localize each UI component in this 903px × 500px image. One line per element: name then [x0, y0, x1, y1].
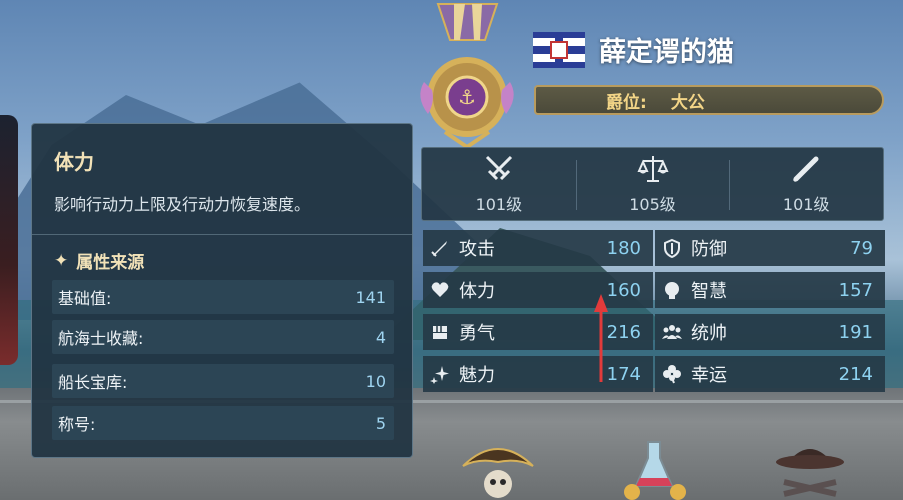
- explore-level[interactable]: 101级: [729, 148, 883, 220]
- attribute-tooltip: 体力 影响行动力上限及行动力恢复速度。 ✦ 属性来源 基础值: 141 航海士收…: [31, 123, 413, 458]
- rank-value: 大公: [670, 92, 705, 113]
- player-name: 薛定谔的猫: [599, 37, 734, 68]
- rank-label: 爵位:: [606, 92, 647, 113]
- stat-label: 勇气: [459, 323, 495, 344]
- source-value: 5: [375, 413, 386, 433]
- clover-icon: [663, 365, 681, 384]
- treasury-potion-icon[interactable]: [618, 438, 688, 500]
- tooltip-title: 体力: [54, 150, 94, 174]
- character-figure: [0, 115, 18, 365]
- stat-value: 174: [606, 363, 641, 385]
- stat-label: 攻击: [459, 239, 495, 260]
- source-value: 141: [355, 287, 386, 307]
- tooltip-description: 影响行动力上限及行动力恢复速度。: [54, 195, 311, 214]
- source-row: 基础值: 141: [52, 280, 394, 314]
- combat-level[interactable]: 101级: [422, 148, 576, 220]
- nation-flag-icon: [533, 31, 585, 68]
- sources-header-label: 属性来源: [76, 253, 145, 273]
- shield-icon: [664, 238, 680, 258]
- stat-wisdom[interactable]: 智慧 157: [655, 272, 885, 308]
- stat-value: 79: [850, 237, 873, 259]
- divider: [32, 234, 412, 235]
- stat-luck[interactable]: 幸运 214: [655, 356, 885, 392]
- stat-label: 魅力: [459, 365, 495, 386]
- profession-levels-panel: 101级 105级 101级: [421, 147, 884, 221]
- source-label: 船长宝库:: [58, 373, 128, 392]
- stat-value: 160: [606, 279, 641, 301]
- cowboy-hat-icon[interactable]: [770, 438, 850, 500]
- fist-icon: [433, 326, 447, 339]
- stat-label: 幸运: [691, 365, 727, 386]
- sparkle-icon: [430, 366, 449, 384]
- rank-bar: 爵位: 大公: [534, 85, 884, 115]
- people-icon: [662, 325, 682, 339]
- stat-label: 防御: [691, 239, 727, 260]
- stat-charm[interactable]: 魅力 174: [423, 356, 653, 392]
- stat-value: 214: [838, 363, 873, 385]
- source-row: 航海士收藏: 4: [52, 320, 394, 354]
- source-label: 基础值:: [58, 289, 112, 308]
- stat-value: 216: [606, 321, 641, 343]
- player-header: 薛定谔的猫: [533, 30, 734, 69]
- svg-text:⚓: ⚓: [458, 85, 476, 109]
- source-label: 航海士收藏:: [58, 329, 144, 348]
- explore-level-text: 101级: [782, 195, 830, 214]
- trade-level-text: 105级: [629, 195, 676, 214]
- combat-level-text: 101级: [475, 195, 523, 214]
- stat-leadership[interactable]: 统帅 191: [655, 314, 885, 350]
- source-value: 10: [365, 371, 386, 391]
- crossed-swords-icon: [485, 155, 512, 181]
- source-row: 称号: 5: [52, 406, 394, 440]
- stat-stamina[interactable]: 体力 160: [423, 272, 653, 308]
- rank-medal-icon: ⚓: [420, 3, 514, 150]
- source-row: 船长宝库: 10: [52, 364, 394, 398]
- stat-attack[interactable]: 攻击 180: [423, 230, 653, 266]
- source-value: 4: [375, 327, 386, 347]
- annotation-arrow-icon: [594, 294, 608, 382]
- sources-header: ✦ 属性来源: [54, 248, 145, 274]
- stat-label: 统帅: [691, 323, 727, 344]
- stat-label: 智慧: [691, 281, 727, 302]
- stat-value: 157: [838, 279, 873, 301]
- stat-defense[interactable]: 防御 79: [655, 230, 885, 266]
- heart-icon: [431, 282, 449, 297]
- stat-label: 体力: [459, 281, 495, 302]
- source-label: 称号:: [58, 415, 96, 434]
- telescope-icon: [793, 156, 819, 183]
- stat-value: 180: [606, 237, 641, 259]
- brain-head-icon: [665, 282, 679, 299]
- sparkle-icon: ✦: [54, 250, 69, 271]
- pirate-captain-icon[interactable]: [458, 438, 538, 500]
- scales-icon: [636, 156, 669, 182]
- sword-icon: [431, 241, 447, 257]
- trade-level[interactable]: 105级: [575, 148, 730, 220]
- stat-courage[interactable]: 勇气 216: [423, 314, 653, 350]
- stat-value: 191: [838, 321, 873, 343]
